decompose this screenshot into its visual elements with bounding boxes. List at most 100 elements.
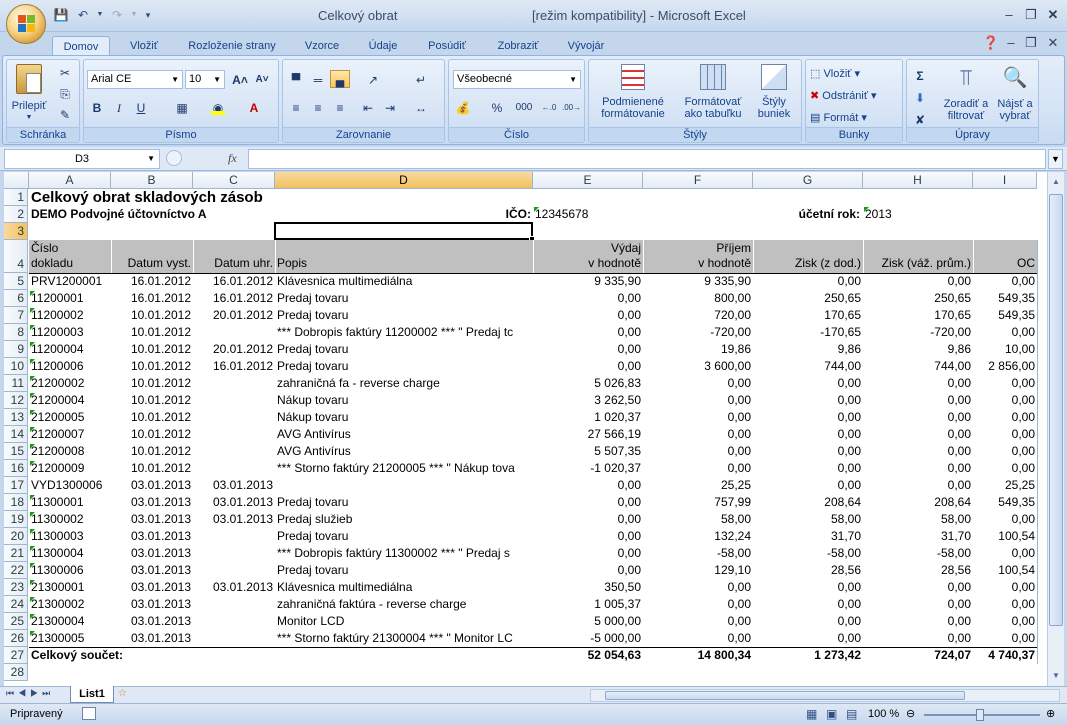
worksheet-grid[interactable]: A B C D E F G H I 1 2 3 4 5 6 7 8 9 10 11 12 13 14 15 16 17 18 19 20… bbox=[4, 172, 1047, 686]
workbook-close-icon[interactable]: ✕ bbox=[1042, 34, 1064, 52]
cell-profit-dod[interactable]: -58,00 bbox=[753, 545, 863, 562]
cell-date-issued[interactable]: 10.01.2012 bbox=[111, 392, 193, 409]
cell-oc[interactable]: 0,00 bbox=[973, 324, 1037, 341]
cell-profit-avg[interactable]: 31,70 bbox=[863, 528, 973, 545]
cell-date-paid[interactable]: 20.01.2012 bbox=[193, 307, 275, 324]
cell-description[interactable]: Klávesnica multimediálna bbox=[275, 273, 533, 290]
cell-oc[interactable]: 0,00 bbox=[973, 443, 1037, 460]
page-break-view-icon[interactable]: ▤ bbox=[846, 707, 857, 721]
tab-domov[interactable]: Domov bbox=[52, 36, 110, 56]
align-right-icon[interactable]: ≡ bbox=[330, 98, 350, 116]
cell-expense[interactable]: -5 000,00 bbox=[533, 630, 643, 647]
cell-income[interactable]: 0,00 bbox=[643, 426, 753, 443]
select-all-corner[interactable] bbox=[4, 172, 29, 189]
column-header-g[interactable]: G bbox=[753, 172, 863, 189]
cell-doc-number[interactable]: 11200006 bbox=[29, 358, 111, 375]
cell-styles-button[interactable]: Štýly buniek bbox=[751, 64, 797, 120]
undo-icon[interactable]: ↶ bbox=[74, 7, 92, 23]
row-header-1[interactable]: 1 bbox=[4, 189, 28, 206]
row-header-3[interactable]: 3 bbox=[4, 223, 28, 240]
cell-income[interactable]: 720,00 bbox=[643, 307, 753, 324]
cell-expense[interactable]: 0,00 bbox=[533, 341, 643, 358]
cell-doc-number[interactable]: 11300001 bbox=[29, 494, 111, 511]
cell-oc[interactable]: 0,00 bbox=[973, 511, 1037, 528]
copy-icon[interactable]: ⎘ bbox=[55, 84, 75, 102]
cell-oc[interactable]: 0,00 bbox=[973, 375, 1037, 392]
cell-profit-avg[interactable]: 0,00 bbox=[863, 613, 973, 630]
cell-doc-number[interactable]: 21200002 bbox=[29, 375, 111, 392]
shrink-font-icon[interactable]: A˅ bbox=[252, 70, 272, 88]
cell-income[interactable]: 132,24 bbox=[643, 528, 753, 545]
fill-color-icon[interactable]: ◉ bbox=[208, 98, 228, 116]
cell-description[interactable]: zahraničná faktúra - reverse charge bbox=[275, 596, 533, 613]
cell-profit-dod[interactable]: 28,56 bbox=[753, 562, 863, 579]
tab-vyvojar[interactable]: Vývojár bbox=[558, 36, 614, 56]
cell-profit-avg[interactable]: 0,00 bbox=[863, 392, 973, 409]
insert-function-icon[interactable]: fx bbox=[228, 151, 237, 166]
horizontal-scrollbar[interactable] bbox=[590, 689, 1060, 702]
row-header-2[interactable]: 2 bbox=[4, 206, 28, 223]
cell-profit-avg[interactable]: -720,00 bbox=[863, 324, 973, 341]
row-header-5[interactable]: 5 bbox=[4, 273, 28, 290]
cell-income[interactable]: 9 335,90 bbox=[643, 273, 753, 290]
cell-date-paid[interactable]: 03.01.2013 bbox=[193, 477, 275, 494]
increase-decimal-icon[interactable]: ←.0 bbox=[539, 98, 559, 116]
conditional-formatting-button[interactable]: Podmienené formátovanie bbox=[593, 64, 673, 120]
cell-expense[interactable]: 0,00 bbox=[533, 494, 643, 511]
cell-date-issued[interactable]: 10.01.2012 bbox=[111, 409, 193, 426]
help-icon[interactable]: ❓ bbox=[980, 34, 1002, 52]
cell-expense[interactable]: 0,00 bbox=[533, 358, 643, 375]
cell-expense[interactable]: 9 335,90 bbox=[533, 273, 643, 290]
cell-expense[interactable]: 0,00 bbox=[533, 477, 643, 494]
cell-profit-avg[interactable]: 0,00 bbox=[863, 375, 973, 392]
cell-doc-number[interactable]: 11300002 bbox=[29, 511, 111, 528]
expand-formula-bar-icon[interactable]: ▼ bbox=[1048, 149, 1063, 169]
cell-oc[interactable]: 0,00 bbox=[973, 545, 1037, 562]
cell-oc[interactable]: 549,35 bbox=[973, 307, 1037, 324]
macro-record-icon[interactable] bbox=[82, 707, 96, 720]
cell-oc[interactable]: 0,00 bbox=[973, 409, 1037, 426]
format-cells-button[interactable]: ▤ Formát ▾ bbox=[810, 112, 867, 124]
cell-expense[interactable]: 0,00 bbox=[533, 290, 643, 307]
cell-date-issued[interactable]: 03.01.2013 bbox=[111, 613, 193, 630]
cell-income[interactable]: 800,00 bbox=[643, 290, 753, 307]
cell-income[interactable]: 0,00 bbox=[643, 630, 753, 647]
cell-expense[interactable]: 1 005,37 bbox=[533, 596, 643, 613]
insert-cells-button[interactable]: ⬚ Vložiť ▾ bbox=[810, 68, 860, 80]
cell-oc[interactable]: 0,00 bbox=[973, 613, 1037, 630]
cell-income[interactable]: 0,00 bbox=[643, 375, 753, 392]
cell-profit-dod[interactable]: 0,00 bbox=[753, 375, 863, 392]
cell-date-issued[interactable]: 03.01.2013 bbox=[111, 511, 193, 528]
cell-expense[interactable]: 1 020,37 bbox=[533, 409, 643, 426]
cell-oc[interactable]: 0,00 bbox=[973, 426, 1037, 443]
tab-rozlozenie-strany[interactable]: Rozloženie strany bbox=[180, 36, 284, 56]
cell-description[interactable]: *** Dobropis faktúry 11200002 *** " Pred… bbox=[275, 324, 533, 341]
cell-doc-number[interactable]: 21200008 bbox=[29, 443, 111, 460]
cell-profit-dod[interactable]: 0,00 bbox=[753, 392, 863, 409]
cell-date-issued[interactable]: 03.01.2013 bbox=[111, 562, 193, 579]
cell-income[interactable]: 0,00 bbox=[643, 443, 753, 460]
cell-income[interactable]: 0,00 bbox=[643, 613, 753, 630]
align-bottom-icon[interactable]: ▄ bbox=[330, 70, 350, 88]
sheet-tab-list1[interactable]: List1 bbox=[70, 686, 114, 703]
cell-oc[interactable]: 0,00 bbox=[973, 630, 1037, 647]
font-color-icon[interactable]: A bbox=[244, 98, 264, 116]
cell-profit-dod[interactable]: 58,00 bbox=[753, 511, 863, 528]
cell-expense[interactable]: 27 566,19 bbox=[533, 426, 643, 443]
cell-doc-number[interactable]: 21200009 bbox=[29, 460, 111, 477]
cell-date-issued[interactable]: 10.01.2012 bbox=[111, 426, 193, 443]
find-select-button[interactable]: 🔍 Nájsť a vybrať bbox=[993, 64, 1037, 122]
insert-sheet-icon[interactable]: ☆ bbox=[118, 688, 138, 702]
save-icon[interactable]: 💾 bbox=[52, 7, 70, 23]
align-top-icon[interactable]: ▀ bbox=[286, 70, 306, 88]
cell-income[interactable]: 58,00 bbox=[643, 511, 753, 528]
column-header-d[interactable]: D bbox=[275, 172, 533, 189]
cell-description[interactable]: Predaj tovaru bbox=[275, 562, 533, 579]
cell-income[interactable]: -58,00 bbox=[643, 545, 753, 562]
cell-date-issued[interactable]: 10.01.2012 bbox=[111, 375, 193, 392]
row-header-19[interactable]: 19 bbox=[4, 511, 28, 528]
cell-doc-number[interactable]: 11300003 bbox=[29, 528, 111, 545]
font-size-select[interactable]: 10 ▼ bbox=[185, 70, 225, 89]
cell-date-paid[interactable]: 20.01.2012 bbox=[193, 341, 275, 358]
cell-doc-number[interactable]: 11200004 bbox=[29, 341, 111, 358]
